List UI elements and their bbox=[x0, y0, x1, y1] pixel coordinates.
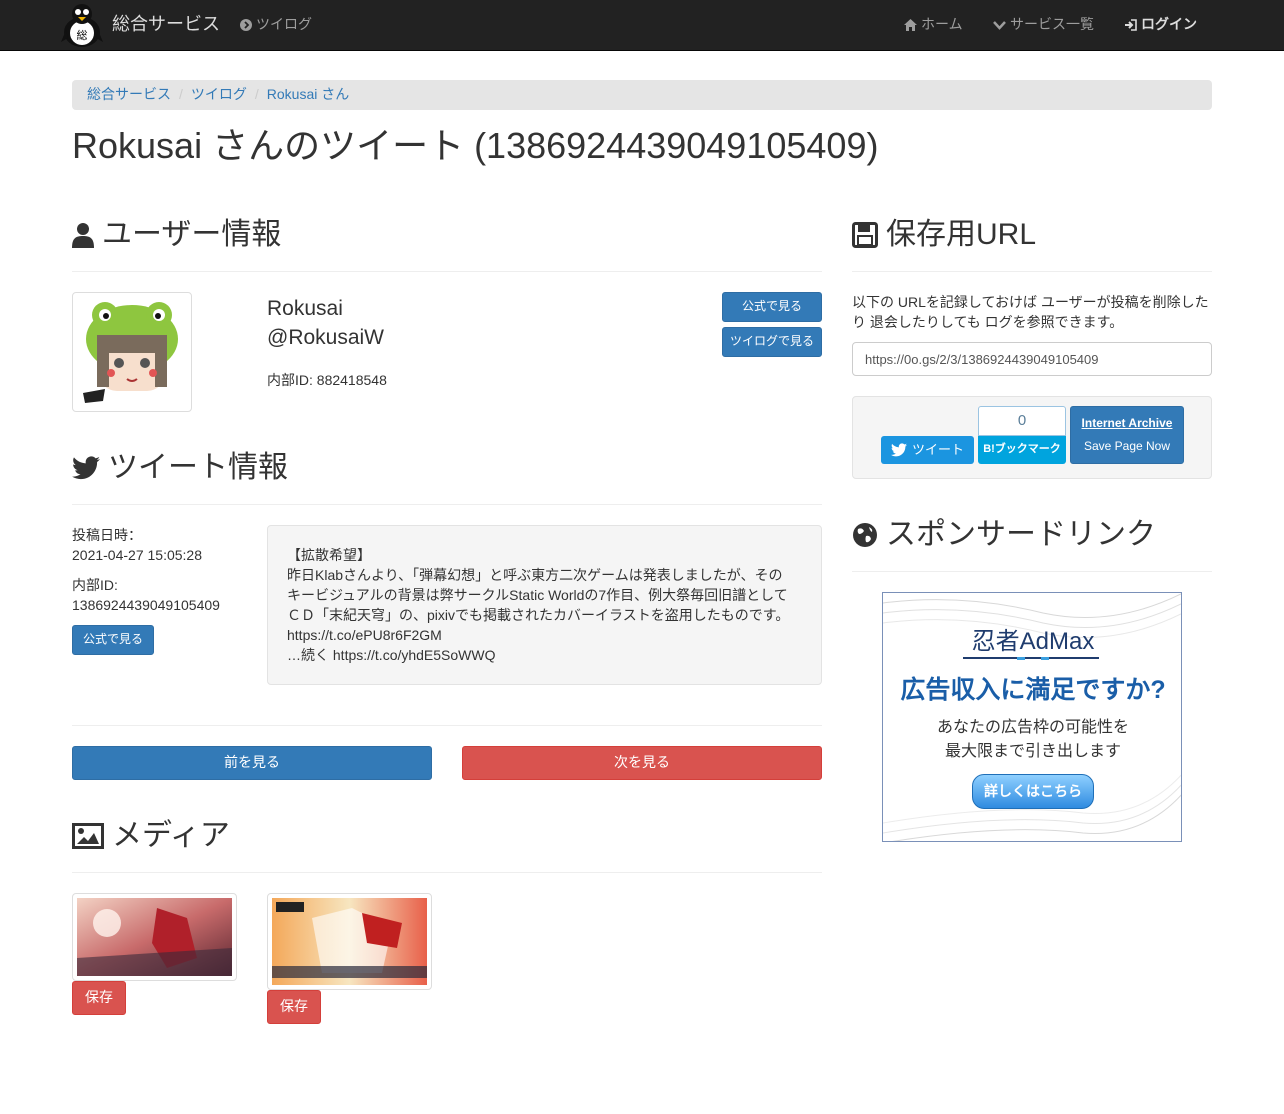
top-navbar: 総 総合サービス ツイログ ホーム サービス一覧 ログイン bbox=[0, 0, 1284, 51]
tweet-text-line: 【拡散希望】 bbox=[287, 547, 371, 563]
internet-archive-button[interactable]: Internet Archive Save Page Now bbox=[1070, 406, 1184, 464]
breadcrumb-item-home[interactable]: 総合サービス bbox=[87, 85, 171, 105]
ad-line-1: あなたの広告枠の可能性を bbox=[936, 719, 1129, 736]
globe-icon bbox=[853, 522, 877, 547]
tweet-text-line: …続く https://t.co/yhdE5SoWWQ bbox=[287, 647, 496, 663]
nav-home-link[interactable]: ホーム bbox=[904, 0, 963, 50]
posted-label: 投稿日時： bbox=[72, 527, 142, 543]
user-icon bbox=[72, 222, 94, 248]
home-icon bbox=[904, 19, 917, 31]
tweet-text-well: 【拡散希望】 昨日Klabさんより、「弾幕幻想」と呼ぶ東方二次ゲームは発表しまし… bbox=[267, 525, 822, 685]
tweet-text-line: ＣＤ「末紀天穹」の、pixivでも掲載されたカバーイラストを盗用したものです。 bbox=[287, 607, 790, 623]
user-official-button[interactable]: 公式で見る bbox=[722, 292, 822, 322]
user-info-heading: ユーザー情報 bbox=[72, 218, 281, 251]
tweet-share-button[interactable]: ツイート bbox=[881, 436, 974, 464]
twitter-icon bbox=[72, 455, 100, 479]
floppy-disk-icon bbox=[852, 221, 878, 248]
ad-brand: 忍者AdMax bbox=[971, 628, 1095, 655]
media-save-button-2[interactable]: 保存 bbox=[267, 990, 321, 1024]
tweet-official-button[interactable]: 公式で見る bbox=[72, 625, 154, 655]
save-url-description: 以下の URLを記録しておけば ユーザーが投稿を削除したり 退会したりしても ロ… bbox=[852, 294, 1209, 330]
brand-link[interactable]: 総 総合サービス bbox=[60, 0, 220, 50]
brand-name: 総合サービス bbox=[112, 14, 220, 35]
svg-text:総: 総 bbox=[77, 28, 88, 42]
tweet-text-line: キービジュアルの背景は弊サークルStatic Worldの7作目、例大祭毎回旧譜… bbox=[287, 587, 788, 603]
posted-value: 2021-04-27 15:05:28 bbox=[72, 547, 202, 563]
sign-in-icon bbox=[1125, 19, 1137, 31]
media-heading: メディア bbox=[72, 819, 230, 852]
sponsor-heading: スポンサードリンク bbox=[852, 518, 1156, 551]
archive-title: Internet Archive bbox=[1081, 416, 1173, 431]
user-name: Rokusai bbox=[267, 297, 343, 320]
ad-headline: 広告収入に満足ですか? bbox=[900, 676, 1166, 704]
nav-login-link[interactable]: ログイン bbox=[1124, 0, 1197, 50]
next-button[interactable]: 次を見る bbox=[462, 746, 822, 780]
hatena-bookmark-count: 0 bbox=[978, 406, 1066, 436]
media-image-2 bbox=[272, 898, 427, 985]
user-avatar bbox=[72, 292, 192, 412]
twitter-icon bbox=[890, 443, 907, 457]
media-thumb-2[interactable] bbox=[267, 893, 432, 990]
ad-details-button[interactable]: 詳しくはこちら bbox=[972, 774, 1094, 809]
user-handle: @RokusaiW bbox=[267, 326, 385, 349]
avatar-image bbox=[77, 297, 187, 407]
tweet-text-line: 昨日Klabさんより、「弾幕幻想」と呼ぶ東方二次ゲームは発表しましたが、その bbox=[287, 567, 783, 583]
archive-subtitle: Save Page Now bbox=[1083, 438, 1171, 453]
chevron-circle-right-icon bbox=[240, 19, 252, 31]
media-thumb-1[interactable] bbox=[72, 893, 237, 981]
penguin-logo-icon: 総 bbox=[61, 4, 103, 47]
sponsor-ad-banner[interactable]: 忍者AdMax 広告収入に満足ですか? あなたの広告枠の可能性を 最大限まで引き… bbox=[882, 592, 1182, 842]
media-save-button-1[interactable]: 保存 bbox=[72, 981, 126, 1015]
page-title: Rokusai さんのツイート (1386924439049105409) bbox=[72, 125, 879, 166]
tweet-id-label: 内部ID: bbox=[72, 577, 118, 593]
nav-services-link[interactable]: サービス一覧 bbox=[993, 0, 1094, 50]
nav-tsuilog-link[interactable]: ツイログ bbox=[240, 0, 312, 50]
user-internal-id: 内部ID: 882418548 bbox=[267, 372, 387, 388]
hatena-bookmark-button[interactable]: B!ブックマーク bbox=[978, 436, 1066, 464]
user-tsuilog-button[interactable]: ツイログで見る bbox=[722, 327, 822, 357]
save-url-input[interactable] bbox=[852, 342, 1212, 376]
breadcrumb: 総合サービス / ツイログ / Rokusai さん bbox=[72, 80, 1212, 110]
tweet-info-heading: ツイート情報 bbox=[72, 451, 288, 484]
media-image-1 bbox=[77, 898, 232, 976]
ad-line-2: 最大限まで引き出します bbox=[944, 743, 1121, 760]
breadcrumb-item-tsuilog[interactable]: ツイログ bbox=[191, 85, 247, 105]
tweet-text-line: https://t.co/ePU8r6F2GM bbox=[287, 627, 442, 643]
tweet-id-value: 1386924439049105409 bbox=[72, 597, 220, 613]
image-icon bbox=[72, 822, 104, 849]
prev-button[interactable]: 前を見る bbox=[72, 746, 432, 780]
chevron-down-icon bbox=[993, 21, 1006, 30]
save-url-heading: 保存用URL bbox=[852, 218, 1036, 251]
breadcrumb-item-user[interactable]: Rokusai さん bbox=[267, 85, 349, 105]
